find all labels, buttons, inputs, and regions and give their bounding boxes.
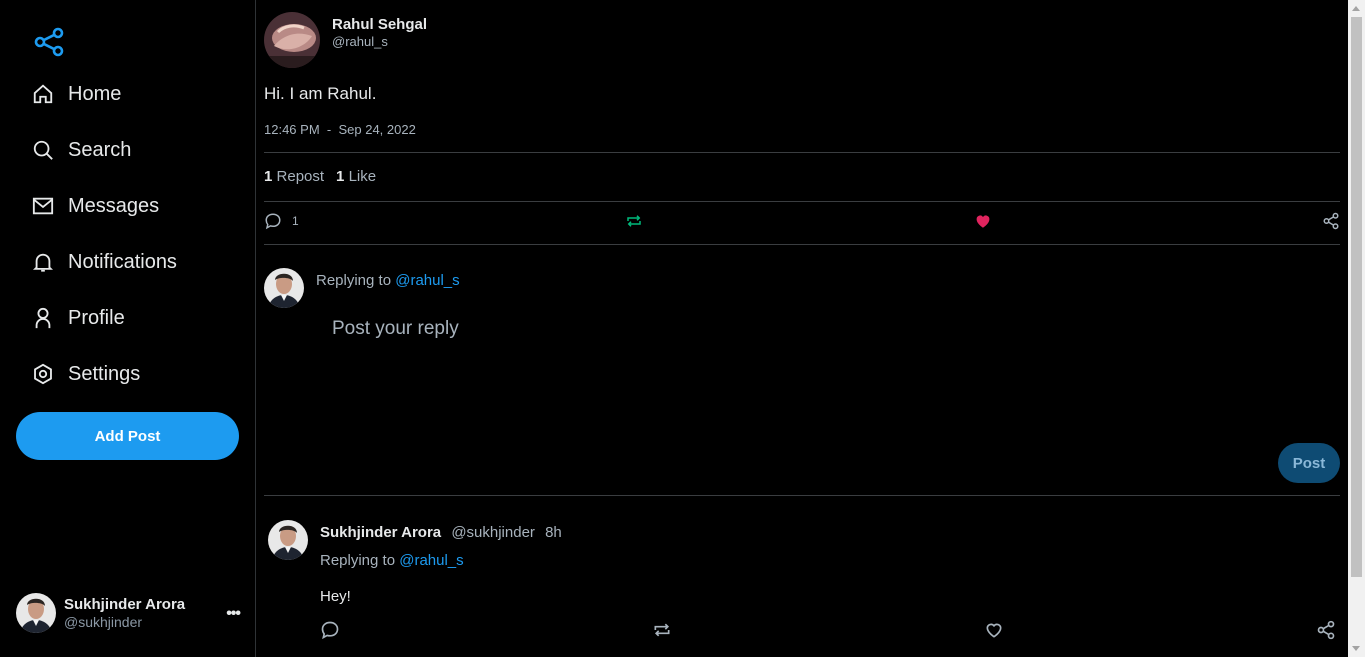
like-button[interactable] [974,212,992,230]
account-switcher[interactable]: Sukhjinder Arora @sukhjinder ••• [16,593,241,633]
comment-icon [321,621,339,640]
home-icon [33,84,53,104]
repost-icon [627,215,641,227]
like-stat-label: Like [348,168,377,185]
comment-count: 1 [292,214,299,228]
comment-repost-button[interactable] [652,620,672,640]
divider [264,201,1340,202]
share-icon [1323,212,1339,230]
reply-composer: Replying to @rahul_s [264,268,460,308]
divider [264,244,1340,245]
comment-header: Sukhjinder Arora @sukhjinder 8h [320,524,562,541]
replying-prefix: Replying to [320,552,396,569]
post-stats: 1 Repost 1 Like [264,168,376,185]
reply-input[interactable] [332,312,1032,346]
post-text: Hi. I am Rahul. [264,84,377,103]
sidebar-item-label: Messages [68,194,160,217]
comment-time: 8h [545,524,562,541]
repost-button[interactable] [625,212,643,230]
account-handle: @sukhjinder [64,614,143,630]
comment-replying-to: Replying to @rahul_s [320,552,464,569]
replying-to: Replying to @rahul_s [316,272,460,289]
repost-stat[interactable]: 1 Repost [264,168,324,185]
comment-avatar[interactable] [268,520,308,560]
post-author: Rahul Sehgal @rahul_s [264,12,427,68]
comment-icon [265,213,281,230]
divider [264,495,1340,496]
post-reply-button[interactable]: Post [1278,443,1340,483]
sidebar-item-label: Search [68,138,132,161]
scrollbar-thumb[interactable] [1351,17,1362,577]
sidebar-item-label: Settings [68,362,141,385]
sidebar-item-label: Profile [68,306,125,329]
meta-separator: - [326,122,332,137]
post-time: 12:46 PM [264,122,320,137]
heart-icon [986,623,1002,638]
sidebar-item-settings[interactable]: Settings [32,354,140,394]
post-action-bar: 1 [264,212,1340,234]
scroll-up-icon[interactable] [1352,6,1360,11]
post-timestamp: 12:46 PM - Sep 24, 2022 [264,122,416,137]
comment-button[interactable]: 1 [264,212,299,230]
scrollbar[interactable] [1348,0,1365,657]
repost-stat-label: Repost [276,168,325,185]
search-icon [33,140,53,160]
comment-author-handle[interactable]: @sukhjinder [451,524,535,541]
comment-like-button[interactable] [984,620,1004,640]
scroll-down-icon[interactable] [1352,646,1360,651]
user-icon [35,307,51,329]
author-name[interactable]: Rahul Sehgal [332,16,427,34]
replying-prefix: Replying to [316,272,392,289]
envelope-icon [32,197,54,215]
comment-author-name[interactable]: Sukhjinder Arora [320,524,441,541]
add-post-button[interactable]: Add Post [16,412,239,460]
settings-icon [34,363,52,385]
share-icon [1317,620,1335,640]
like-count: 1 [336,168,345,185]
comment-share-button[interactable] [1316,620,1336,640]
repost-count: 1 [264,168,273,185]
repost-icon [654,623,670,637]
share-button[interactable] [1322,212,1340,230]
avatar [16,593,56,633]
replying-handle-link[interactable]: @rahul_s [399,552,463,569]
comment-reply-button[interactable] [320,620,340,640]
like-stat[interactable]: 1 Like [336,168,376,185]
share-nodes-icon[interactable] [33,26,65,58]
sidebar-item-home[interactable]: Home [32,74,121,114]
sidebar-item-label: Notifications [68,250,177,273]
sidebar-item-label: Home [68,82,122,105]
comment-item: Sukhjinder Arora @sukhjinder 8h Replying… [268,520,1340,640]
account-name: Sukhjinder Arora [64,596,186,613]
post-date: Sep 24, 2022 [338,122,416,137]
sidebar-item-notifications[interactable]: Notifications [32,242,177,282]
sidebar-item-profile[interactable]: Profile [32,298,125,338]
divider [264,152,1340,153]
sidebar: Home Search Messages Notifications Profi… [0,0,256,657]
more-options-icon[interactable]: ••• [226,605,241,623]
composer-avatar [264,268,304,308]
author-avatar[interactable] [264,12,320,68]
heart-filled-icon [976,215,990,228]
sidebar-item-messages[interactable]: Messages [32,186,159,226]
bell-icon [32,253,54,272]
replying-handle-link[interactable]: @rahul_s [395,272,459,289]
sidebar-item-search[interactable]: Search [32,130,131,170]
app-root: Home Search Messages Notifications Profi… [0,0,1365,657]
author-handle[interactable]: @rahul_s [332,34,427,50]
comment-text: Hey! [320,588,351,605]
